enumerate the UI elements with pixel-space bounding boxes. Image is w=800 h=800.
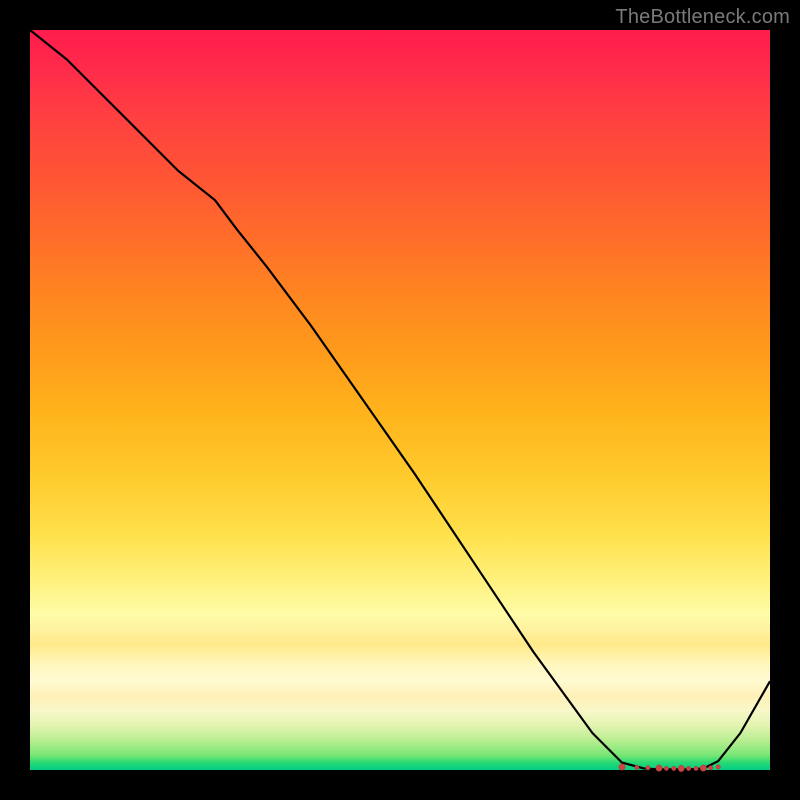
sweetspot-marker [656, 765, 662, 771]
sweetspot-marker [619, 764, 625, 770]
bottleneck-curve [30, 30, 770, 769]
sweetspot-marker [664, 766, 668, 770]
sweetspot-marker [709, 766, 713, 770]
sweetspot-marker [635, 765, 639, 769]
sweetspot-marker [700, 765, 706, 771]
curve-layer [30, 30, 770, 770]
chart-stage: TheBottleneck.com [0, 0, 800, 800]
watermark-text: TheBottleneck.com [615, 6, 790, 29]
plot-area [30, 30, 770, 770]
sweetspot-marker [686, 766, 690, 770]
sweetspot-marker [646, 766, 650, 770]
sweetspot-marker [694, 766, 698, 770]
sweetspot-marker [678, 765, 684, 771]
sweetspot-marker [716, 765, 720, 769]
sweetspot-marker [672, 766, 676, 770]
